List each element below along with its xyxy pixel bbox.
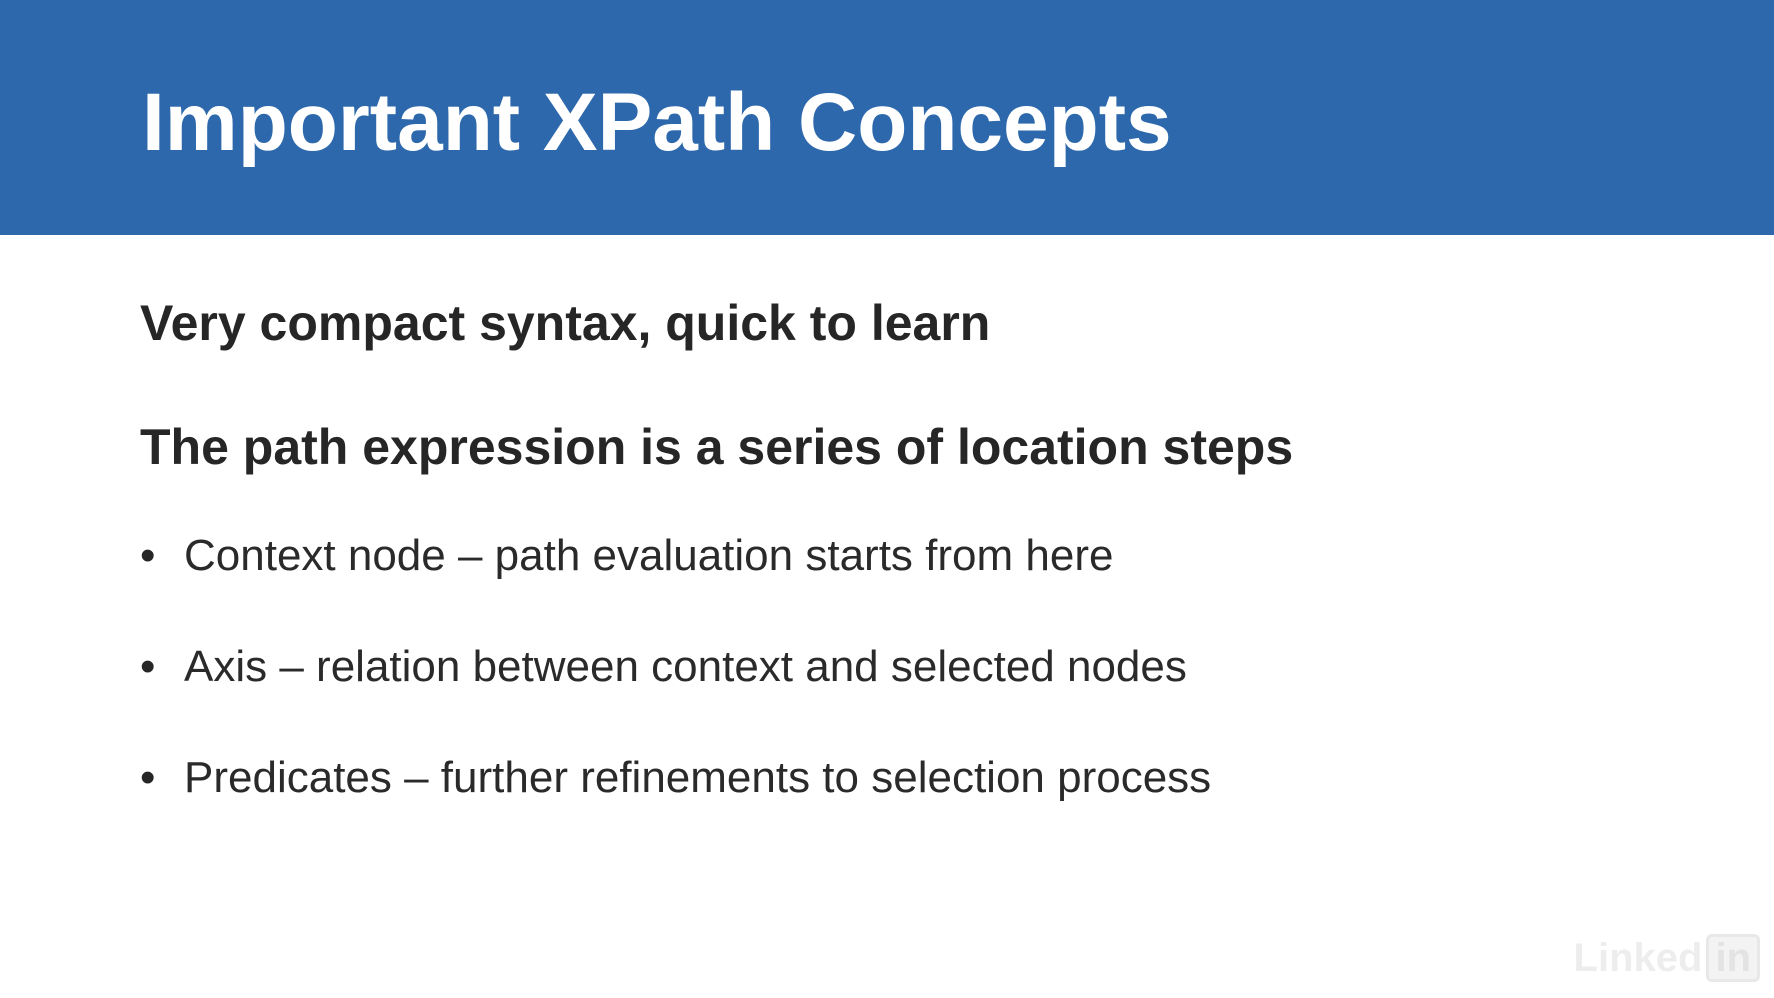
slide: Important XPath Concepts Very compact sy… [0,0,1774,998]
bullet-text: Axis – relation between context and sele… [184,642,1187,691]
title-bar: Important XPath Concepts [0,0,1774,235]
linkedin-logo-icon: Linked in [1574,934,1760,982]
bullet-item-axis: • Axis – relation between context and se… [140,641,1211,752]
heading-compact-syntax: Very compact syntax, quick to learn [140,295,991,351]
bullet-dot: • [140,531,156,580]
bullet-item-context-node: • Context node – path evaluation starts … [140,530,1211,641]
logo-badge: in [1706,934,1760,982]
bullet-dot: • [140,642,156,691]
logo-wordmark: Linked [1573,935,1703,980]
heading-path-expression: The path expression is a series of locat… [140,419,1294,475]
bullet-text: Predicates – further refinements to sele… [184,753,1212,802]
bullet-text: Context node – path evaluation starts fr… [184,531,1114,580]
bullet-item-predicates: • Predicates – further refinements to se… [140,752,1211,863]
bullet-list: • Context node – path evaluation starts … [140,530,1211,863]
slide-title: Important XPath Concepts [142,77,1172,168]
bullet-dot: • [140,753,156,802]
